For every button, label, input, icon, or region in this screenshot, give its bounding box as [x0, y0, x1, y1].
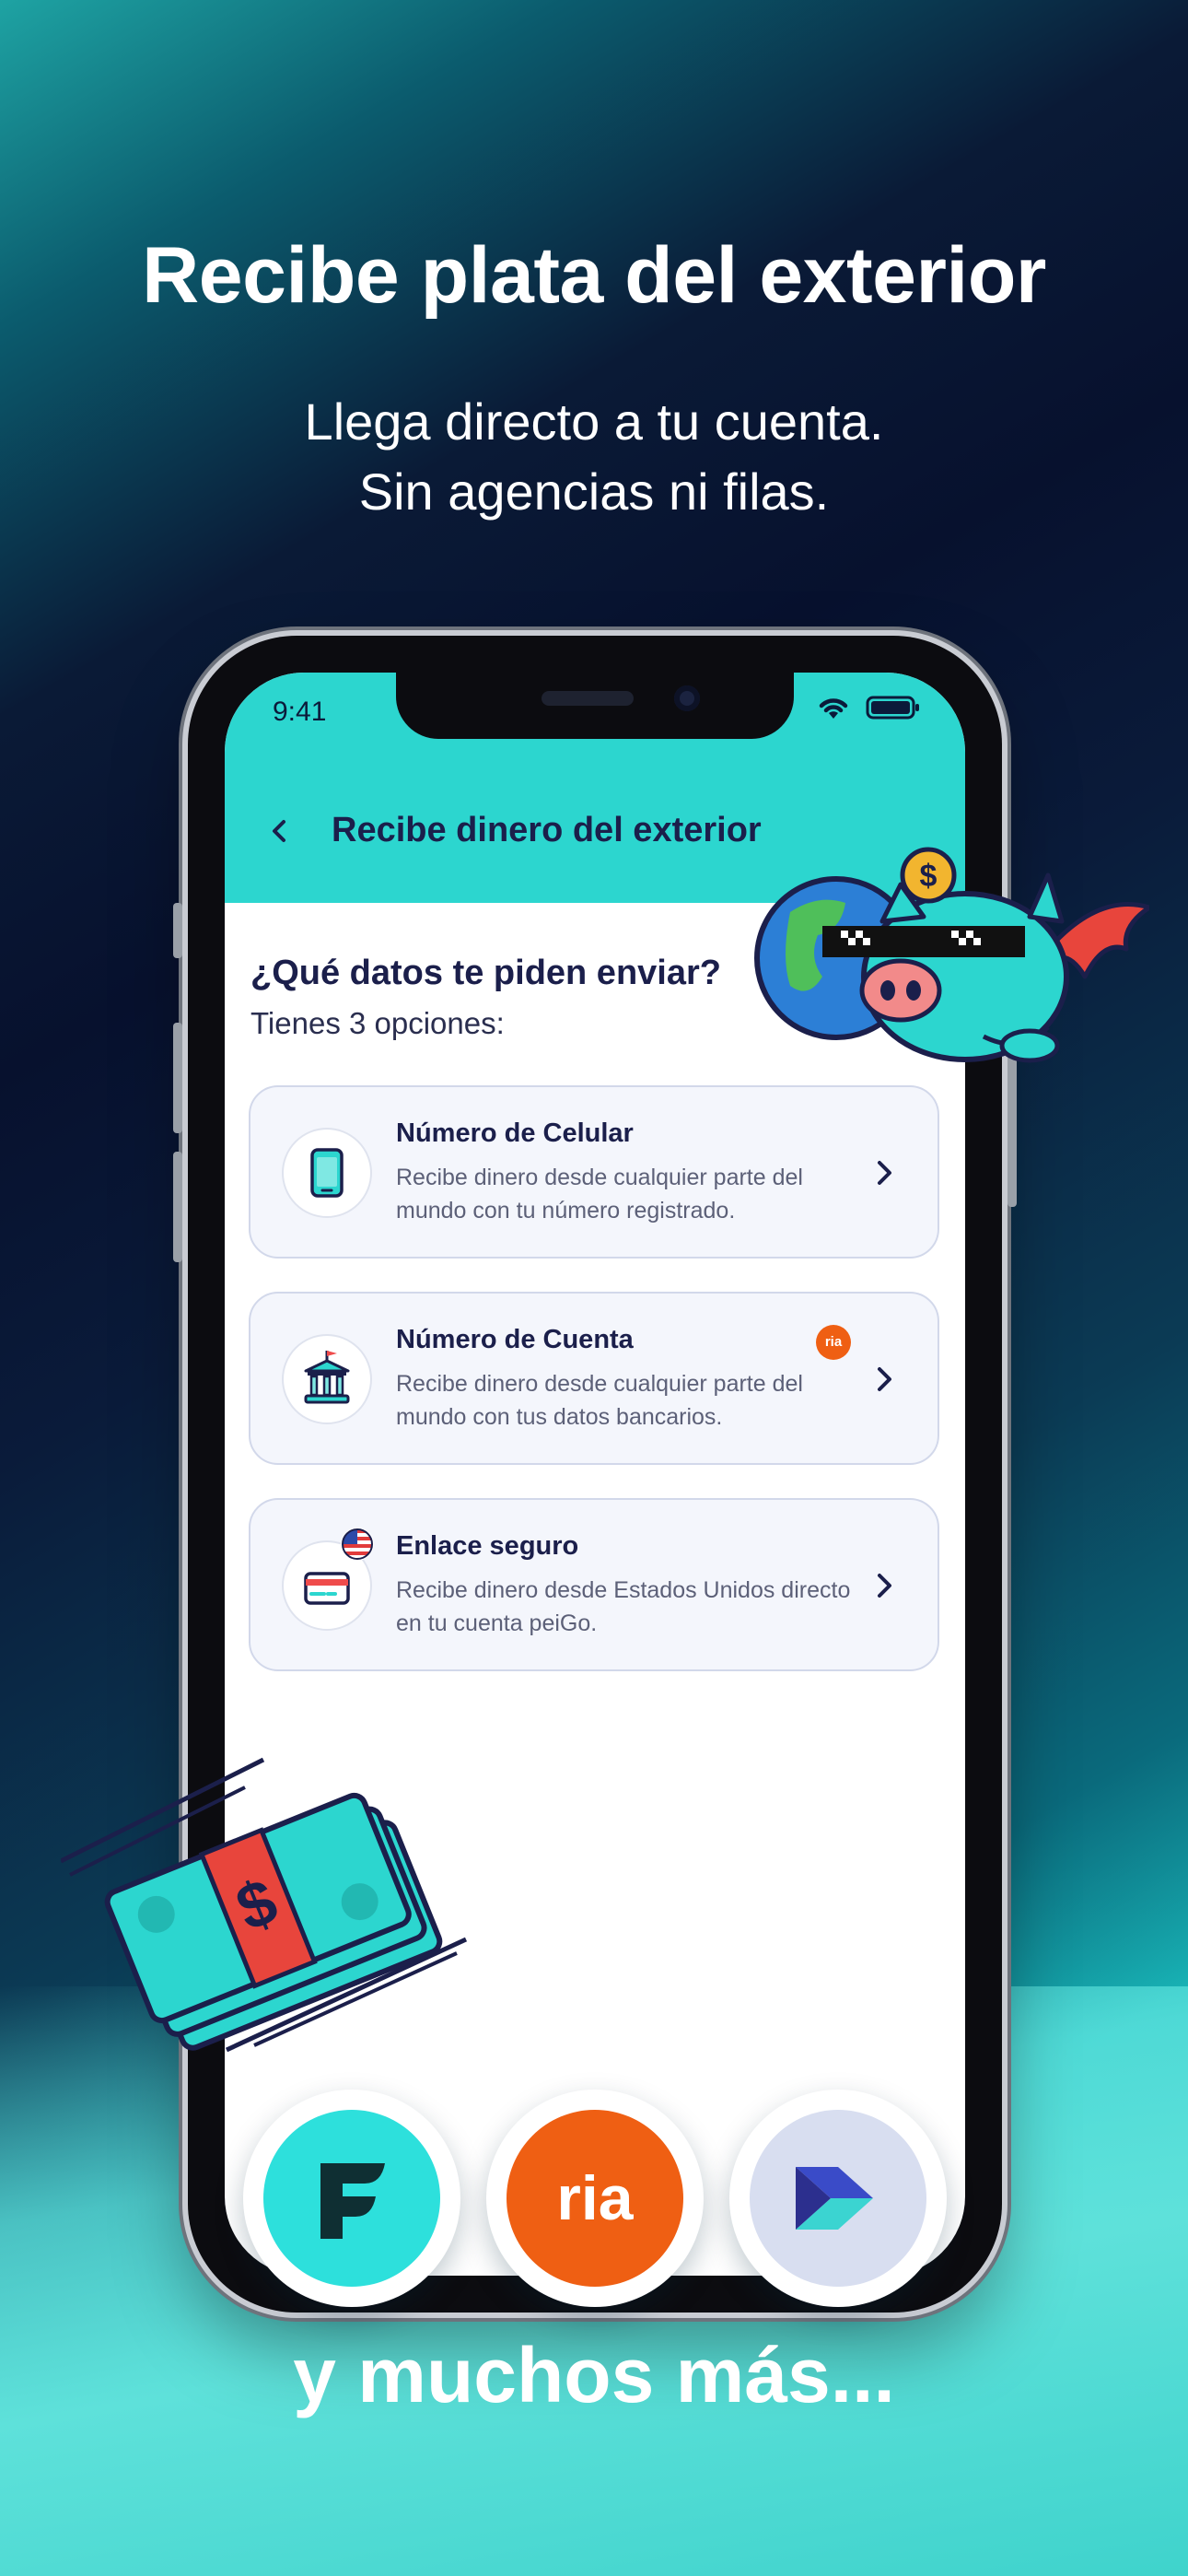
options-count: Tienes 3 opciones:: [250, 1006, 505, 1040]
partner-logo-f: [243, 2090, 460, 2307]
svg-text:$: $: [920, 859, 938, 894]
chevron-right-icon: [878, 1367, 891, 1391]
money-stack-icon: $: [61, 1757, 468, 2053]
option-title: Número de Cuenta: [396, 1325, 634, 1354]
question-heading: ¿Qué datos te piden enviar?: [250, 954, 721, 992]
ria-logo-text: ria: [556, 2163, 634, 2233]
partner-logo-ria: ria: [486, 2090, 704, 2307]
phone-volume-up: [173, 1023, 182, 1133]
page-subline: Llega directo a tu cuenta. Sin agencias …: [0, 387, 1188, 527]
phone-mute-switch: [173, 903, 182, 958]
nav-title: Recibe dinero del exterior: [332, 811, 762, 849]
battery-icon: [866, 696, 919, 720]
status-time: 9:41: [273, 697, 327, 727]
f-logo-icon: [320, 2163, 385, 2239]
ria-badge-icon: ria: [816, 1325, 851, 1360]
option-description: Recibe dinero desde Estados Unidos direc…: [396, 1577, 851, 1636]
subline-line-2: Sin agencias ni filas.: [358, 463, 830, 521]
option-icon-circle: [282, 1128, 372, 1218]
partner-logo-arrow-inner: [750, 2110, 926, 2287]
bank-icon: [304, 1351, 350, 1404]
option-description: Recibe dinero desde cualquier parte del …: [396, 1165, 803, 1224]
option-card-enlace[interactable]: Enlace seguro Recibe dinero desde Estado…: [249, 1498, 939, 1671]
arrow-logo-icon: [796, 2167, 873, 2230]
option-icon-circle: [282, 1528, 374, 1631]
option-title: Enlace seguro: [396, 1531, 579, 1561]
footer-text: y muchos más...: [293, 2332, 895, 2418]
smartphone-icon: [310, 1148, 344, 1198]
partner-logo-f-inner: [263, 2110, 440, 2287]
back-arrow-icon[interactable]: [260, 811, 300, 851]
page-headline: Recibe plata del exterior: [142, 231, 1046, 320]
option-card-cuenta[interactable]: Número de Cuenta ria Recibe dinero desde…: [249, 1292, 939, 1465]
wifi-icon: [819, 698, 848, 719]
partner-logo-ria-inner: ria: [507, 2110, 683, 2287]
status-icons: [816, 695, 921, 720]
partner-logo-arrow: [729, 2090, 947, 2307]
subline-line-1: Llega directo a tu cuenta.: [304, 392, 884, 451]
chevron-right-icon: [878, 1574, 891, 1598]
phone-notch: [396, 673, 794, 739]
speaker-grille: [542, 691, 634, 706]
phone-volume-down: [173, 1152, 182, 1262]
option-icon-circle: [282, 1334, 372, 1424]
option-description: Recibe dinero desde cualquier parte del …: [396, 1371, 803, 1430]
globe-pig-mascot-icon: $: [754, 847, 1149, 1063]
option-card-celular[interactable]: Número de Celular Recibe dinero desde cu…: [249, 1085, 939, 1259]
us-flag-icon: [341, 1528, 374, 1561]
front-camera: [674, 685, 700, 711]
option-title: Número de Celular: [396, 1118, 634, 1148]
chevron-right-icon: [878, 1161, 891, 1185]
